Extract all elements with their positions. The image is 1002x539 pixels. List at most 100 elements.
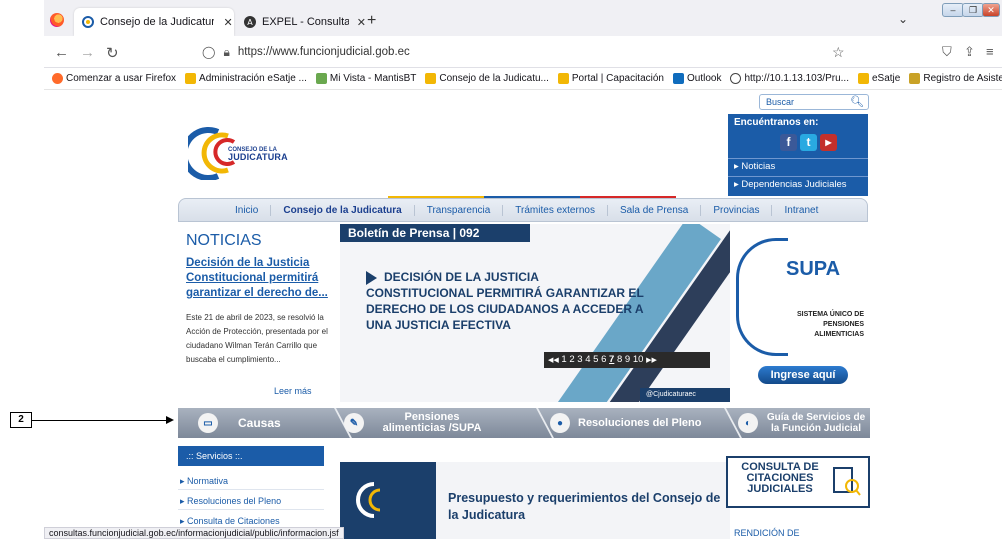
service-normativa[interactable]: ▸ Normativa <box>178 472 324 490</box>
header-logo-area: CONSEJO DE LA JUDICATURA <box>180 114 728 198</box>
ribbon-resoluciones[interactable]: ● Resoluciones del Pleno <box>550 408 701 438</box>
slider-footer: @Cjudicaturaec <box>640 388 730 402</box>
read-more-link[interactable]: Leer más <box>274 386 312 396</box>
bookmarks-toolbar: Comenzar a usar Firefox Administración e… <box>44 68 1002 90</box>
youtube-icon[interactable]: ▶ <box>820 134 837 151</box>
ribbon-guia[interactable]: ◐ Guía de Servicios de la Función Judici… <box>738 408 868 438</box>
pager-page-3[interactable]: 3 <box>577 354 582 365</box>
browser-window: Consejo de la Judicatura | Cons ✕ A EXPE… <box>44 0 1002 539</box>
callout-arrow-icon <box>166 416 174 424</box>
menu-inicio[interactable]: Inicio <box>223 204 272 216</box>
status-bar: consultas.funcionjudicial.gob.ec/informa… <box>44 527 344 539</box>
budget-text: Presupuesto y requerimientos del Consejo… <box>448 491 721 522</box>
menu-sala-prensa[interactable]: Sala de Prensa <box>608 204 702 216</box>
menu-tramites[interactable]: Trámites externos <box>503 204 608 216</box>
tab-bar: Consejo de la Judicatura | Cons ✕ A EXPE… <box>44 0 1002 36</box>
new-tab-button[interactable]: + <box>367 12 376 30</box>
url-text[interactable]: https://www.funcionjudicial.gob.ec <box>238 46 410 58</box>
close-icon[interactable]: ✕ <box>222 16 234 29</box>
logo-text: CONSEJO DE LA JUDICATURA <box>228 147 288 162</box>
ribbon-pensiones[interactable]: ✎ Pensiones alimenticias /SUPA <box>344 408 514 438</box>
social-header: Encuéntranos en: <box>734 117 819 128</box>
navigation-bar: ← → ↻ ◯ 🔒︎ https://www.funcionjudicial.g… <box>44 36 1002 68</box>
bookmark-star-icon[interactable]: ☆ <box>832 44 845 61</box>
menu-transparencia[interactable]: Transparencia <box>415 204 504 216</box>
pager-prev-button[interactable]: ◀◀ <box>548 357 559 364</box>
url-bar[interactable]: ◯ 🔒︎ https://www.funcionjudicial.gob.ec <box>202 40 842 64</box>
budget-logo-panel <box>340 462 436 539</box>
bookmark-outlook[interactable]: Outlook <box>672 73 721 84</box>
facebook-icon[interactable]: f <box>780 134 797 151</box>
resolutions-icon: ● <box>550 413 570 433</box>
consulta-text: CONSULTA DE CITACIONES JUDICIALES <box>741 461 819 495</box>
pager-page-7[interactable]: 7 <box>609 354 614 365</box>
close-icon[interactable]: ✕ <box>357 16 366 29</box>
list-all-tabs-button[interactable]: ⌄ <box>898 12 908 26</box>
news-slider[interactable]: Boletín de Prensa | 092 DECISIÓN DE LA J… <box>340 224 730 402</box>
supa-enter-button[interactable]: Ingrese aquí <box>758 366 848 384</box>
forward-arrow-icon[interactable]: → <box>80 44 95 61</box>
site-search-input[interactable]: Buscar 🔍︎ <box>759 94 869 110</box>
twitter-icon[interactable]: t <box>800 134 817 151</box>
slider-pager: ◀◀ 1 2 3 4 5 6 7 8 9 10 ▶▶ <box>544 352 710 368</box>
noticias-link[interactable]: ▸ Noticias <box>728 158 868 174</box>
pager-page-2[interactable]: 2 <box>569 354 574 365</box>
site-icon <box>557 73 569 84</box>
dependencias-link[interactable]: ▸ Dependencias Judiciales <box>728 176 868 192</box>
pager-next-button[interactable]: ▶▶ <box>646 357 657 364</box>
mantis-icon <box>315 73 327 84</box>
document-search-icon <box>833 467 861 496</box>
pager-page-9[interactable]: 9 <box>625 354 630 365</box>
outlook-icon <box>672 73 684 84</box>
bookmark-ip[interactable]: http://10.1.13.103/Pru... <box>730 73 849 84</box>
bookmark-registro[interactable]: Registro de Asistencia ... <box>909 73 1002 84</box>
menu-intranet[interactable]: Intranet <box>772 205 830 216</box>
bookmark-consejo[interactable]: Consejo de la Judicatu... <box>425 73 549 84</box>
service-resoluciones[interactable]: ▸ Resoluciones del Pleno <box>178 492 324 510</box>
svg-text:A: A <box>247 18 253 27</box>
site-icon <box>857 73 869 84</box>
bookmark-admin-esatje[interactable]: Administración eSatje ... <box>185 73 307 84</box>
tab-expel[interactable]: A EXPEL - Consulta de procesos ✕ <box>236 8 366 36</box>
rendicion-link[interactable]: RENDICIÓN DE <box>734 528 800 538</box>
pager-page-6[interactable]: 6 <box>601 354 606 365</box>
judicatura-favicon-icon <box>82 15 94 29</box>
pager-page-5[interactable]: 5 <box>593 354 598 365</box>
reload-icon[interactable]: ↻ <box>106 44 119 62</box>
back-arrow-icon[interactable]: ← <box>54 44 69 61</box>
bookmark-portal[interactable]: Portal | Capacitación <box>557 73 664 84</box>
share-icon[interactable]: ⇪ <box>964 44 975 60</box>
menu-provincias[interactable]: Provincias <box>701 204 773 216</box>
globe-icon <box>730 73 742 84</box>
search-icon[interactable]: 🔍︎ <box>850 95 864 109</box>
bookmark-firefox[interactable]: Comenzar a usar Firefox <box>52 73 176 84</box>
budget-banner[interactable]: Presupuesto y requerimientos del Consejo… <box>340 462 730 539</box>
firefox-logo-icon[interactable] <box>50 13 64 27</box>
minimize-icon[interactable]: – <box>942 3 964 17</box>
pager-page-10[interactable]: 10 <box>633 354 644 365</box>
guide-icon: ◐ <box>738 413 758 433</box>
supa-banner[interactable]: SUPA SISTEMA ÚNICO DE PENSIONES ALIMENTI… <box>730 232 868 398</box>
lock-icon[interactable]: 🔒︎ <box>223 45 229 60</box>
pager-page-4[interactable]: 4 <box>585 354 590 365</box>
tab-consejo[interactable]: Consejo de la Judicatura | Cons ✕ <box>74 8 234 36</box>
pocket-icon[interactable]: ⛉ <box>942 44 952 60</box>
ribbon-causas[interactable]: ▭ Causas <box>198 408 281 438</box>
folder-icon: ▭ <box>198 413 218 433</box>
menu-icon[interactable]: ≡ <box>986 44 994 59</box>
pager-page-1[interactable]: 1 <box>561 354 566 365</box>
site-icon <box>425 73 437 84</box>
tab-title: Consejo de la Judicatura | Cons <box>100 16 215 28</box>
news-title-link[interactable]: Decisión de la Justicia Constitucional p… <box>186 256 341 301</box>
menu-consejo[interactable]: Consejo de la Judicatura <box>271 204 415 216</box>
maximize-icon[interactable]: ❐ <box>962 3 984 17</box>
bookmark-esatje[interactable]: eSatje <box>857 73 900 84</box>
window-close-icon[interactable]: ✕ <box>982 3 1000 17</box>
pager-page-8[interactable]: 8 <box>617 354 622 365</box>
judicatura-logo-icon <box>356 482 381 518</box>
shield-icon[interactable]: ◯ <box>202 45 215 59</box>
supa-subtitle: SISTEMA ÚNICO DE PENSIONES ALIMENTICIAS <box>796 311 864 338</box>
supa-logo-icon <box>736 238 788 356</box>
bookmark-mantis[interactable]: Mi Vista - MantisBT <box>315 73 416 84</box>
consulta-citaciones-banner[interactable]: CONSULTA DE CITACIONES JUDICIALES <box>726 456 870 508</box>
